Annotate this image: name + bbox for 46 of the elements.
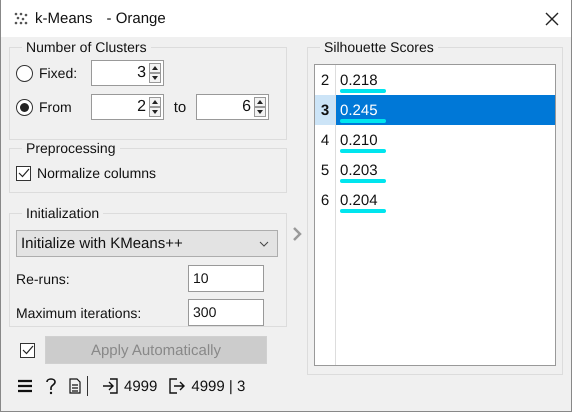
radio-button[interactable] xyxy=(16,64,33,82)
app-icon xyxy=(13,10,29,26)
window-subtitle: - Orange xyxy=(106,10,166,27)
score-value: 0.218 xyxy=(340,72,378,88)
field-label: Maximum iterations: xyxy=(16,304,142,320)
row-header: 6 xyxy=(315,185,336,215)
help-icon[interactable] xyxy=(45,377,57,395)
close-icon[interactable] xyxy=(545,12,559,26)
score-value: 0.210 xyxy=(340,132,378,148)
radio-button[interactable] xyxy=(16,98,33,116)
field-label: Re-runs: xyxy=(16,270,70,286)
row-header: 3 xyxy=(315,95,336,125)
caret-icon xyxy=(259,240,269,246)
output-count: 4999 | 3 xyxy=(191,378,246,394)
checkbox[interactable] xyxy=(16,166,31,180)
stepper-icon[interactable] xyxy=(149,97,161,117)
input-field[interactable]: 300 xyxy=(188,299,264,326)
input-field[interactable]: 10 xyxy=(188,265,264,292)
checkbox-label[interactable]: Normalize columns xyxy=(37,165,156,181)
score-value: 0.203 xyxy=(340,162,378,178)
group-title: Number of Clusters xyxy=(22,39,151,55)
list-row[interactable]: 6 0.204 xyxy=(315,185,555,215)
window-title: k-Means xyxy=(35,10,93,27)
input-icon xyxy=(102,378,118,394)
spin-box[interactable]: 3 xyxy=(91,60,164,86)
row-header: 5 xyxy=(315,155,336,185)
range-label: to xyxy=(172,98,188,116)
method-dropdown[interactable]: Initialize with KMeans++ xyxy=(16,230,278,257)
list-row[interactable]: 5 0.203 xyxy=(315,155,555,185)
group-title: Silhouette Scores xyxy=(320,39,438,55)
group-title: Preprocessing xyxy=(22,140,120,156)
list-row[interactable]: 4 0.210 xyxy=(315,125,555,155)
output-icon xyxy=(169,378,186,394)
row-header: 4 xyxy=(315,125,336,155)
radio-label[interactable]: Fixed: xyxy=(39,65,91,81)
group-title: Initialization xyxy=(22,205,104,221)
spin-box[interactable]: 6 xyxy=(196,94,269,120)
input-count: 4999 xyxy=(124,378,158,394)
score-value: 0.245 xyxy=(340,102,378,118)
radio-label[interactable]: From xyxy=(39,99,91,115)
score-value: 0.204 xyxy=(340,192,378,208)
spin-box[interactable]: 2 xyxy=(91,94,164,120)
stepper-icon[interactable] xyxy=(149,63,161,83)
menu-icon[interactable] xyxy=(17,379,33,393)
stepper-icon[interactable] xyxy=(254,97,266,117)
document-icon[interactable] xyxy=(69,378,81,394)
